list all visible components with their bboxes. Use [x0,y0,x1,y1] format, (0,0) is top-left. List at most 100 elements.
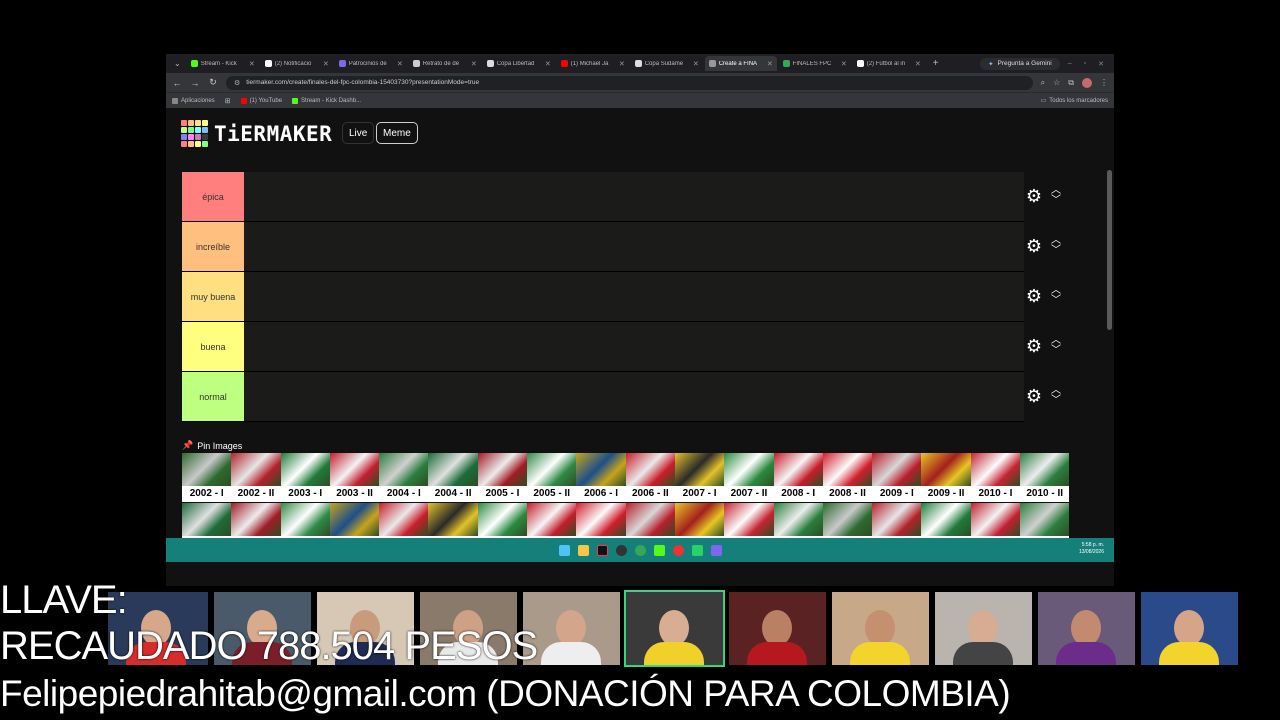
person-face [968,610,998,646]
tier-image-item[interactable]: 2002 - I [182,453,232,502]
nav-meme[interactable]: Meme [376,122,418,144]
tiermaker-logo[interactable]: TiERMAKER [181,120,332,147]
tier-image-item[interactable]: 2008 - I [773,453,823,502]
tab-close-icon[interactable]: ✕ [249,60,255,68]
browser-tab[interactable]: Copa Sudame ✕ [631,56,703,71]
tier-image-item[interactable]: 2006 - I [576,453,626,502]
kick-app-icon[interactable] [653,544,665,556]
red-app-icon[interactable] [672,544,684,556]
profile-avatar[interactable] [1082,77,1092,88]
tab-close-icon[interactable]: ✕ [767,60,773,68]
site-info-icon[interactable]: ⚙ [234,79,240,87]
bookmarks-bar: Aplicaciones ⊞ (1) YouTube Stream - Kick… [166,92,1114,108]
bookmark-star-icon[interactable]: ☆ [1053,78,1060,87]
chevron-down-icon[interactable]: ﹀ [1051,196,1061,206]
file-explorer-icon[interactable] [577,544,589,556]
back-icon[interactable]: ← [172,78,182,88]
tier-image-item[interactable]: 2003 - I [280,453,330,502]
tab-close-icon[interactable]: ✕ [619,60,625,68]
tab-list-icon[interactable]: ⌄ [170,59,185,68]
chevron-down-icon[interactable]: ﹀ [1051,296,1061,306]
tier-label[interactable]: increíble [182,222,244,271]
tier-image-item[interactable]: 2005 - II [527,453,577,502]
chrome-icon[interactable] [634,544,646,556]
tab-close-icon[interactable]: ✕ [841,60,847,68]
gear-icon[interactable]: ⚙ [1025,237,1043,255]
gear-icon[interactable]: ⚙ [1025,287,1043,305]
tab-close-icon[interactable]: ✕ [323,60,329,68]
tab-favicon-icon [634,60,642,67]
tab-close-icon[interactable]: ✕ [397,60,403,68]
tier-image-item[interactable]: 2009 - II [921,453,971,502]
browser-tab[interactable]: Retrato de de ✕ [409,56,481,71]
tier-drop-zone[interactable] [244,272,1024,321]
tab-strip: ⌄ Stream - Kick ✕ (2) Notificacio ✕ Patrocin… [166,54,1114,73]
browser-tab[interactable]: Stream - Kick ✕ [187,56,259,71]
tier-image-item[interactable]: 2003 - II [329,453,380,502]
bookmark-youtube[interactable]: (1) YouTube [240,97,282,104]
tab-close-icon[interactable]: ✕ [693,60,699,68]
gear-icon[interactable]: ⚙ [1025,387,1043,405]
browser-tab[interactable]: (1) Michael Ja ✕ [557,56,629,71]
close-window-icon[interactable]: ✕ [1098,60,1104,68]
tier-label[interactable]: buena [182,322,244,371]
tier-label[interactable]: muy buena [182,272,244,321]
gear-icon[interactable]: ⚙ [1025,187,1043,205]
tab-close-icon[interactable]: ✕ [545,60,551,68]
maximize-icon[interactable]: ▫ [1084,60,1086,68]
reload-icon[interactable]: ↻ [208,77,218,88]
windows-start-icon[interactable] [558,544,570,556]
chevron-down-icon[interactable]: ﹀ [1051,346,1061,356]
discord-icon[interactable] [710,544,722,556]
tier-drop-zone[interactable] [244,172,1024,221]
browser-tab[interactable]: (2) Fútbol al in ✕ [853,56,925,71]
browser-tab[interactable]: (2) Notificacio ✕ [261,56,333,71]
zoom-icon[interactable]: ⌕ [1041,78,1045,88]
tier-image-item[interactable]: 2004 - I [379,453,429,502]
logo-square [202,120,208,126]
tier-image-item[interactable]: 2009 - I [872,453,922,502]
tier-image-item[interactable]: 2007 - I [674,453,725,502]
tier-label[interactable]: normal [182,372,244,421]
gemini-button[interactable]: ✦ Pregunta a Gemini [980,57,1060,70]
tiktok-icon[interactable] [596,544,608,556]
forward-icon[interactable]: → [190,78,200,88]
browser-tab[interactable]: Create a FINA ✕ [704,56,777,71]
nav-live[interactable]: Live [342,122,375,144]
grid-icon[interactable]: ⊞ [225,97,231,105]
chevron-down-icon[interactable]: ﹀ [1051,396,1061,406]
new-tab-button[interactable]: + [927,58,945,69]
tier-image-item[interactable]: 2006 - II [625,453,675,502]
gear-icon[interactable]: ⚙ [1025,337,1043,355]
team-photo [724,503,774,536]
whatsapp-icon[interactable] [691,544,703,556]
tier-drop-zone[interactable] [244,222,1024,271]
tier-image-item[interactable]: 2004 - II [428,453,478,502]
tier-image-item[interactable]: 2007 - II [724,453,774,502]
pin-images-toggle[interactable]: 📌 Pin Images [182,440,242,451]
bookmark-kick[interactable]: Stream - Kick Dashb... [292,97,361,104]
tab-close-icon[interactable]: ✕ [471,60,477,68]
tier-image-item[interactable]: 2005 - I [477,453,528,502]
all-bookmarks[interactable]: ▭ Todos los marcadores [1041,97,1108,105]
browser-tab[interactable]: Patrocinios de ✕ [335,56,407,71]
browser-tab[interactable]: Copa Libertad ✕ [483,56,555,71]
page-scrollbar[interactable] [1107,170,1112,330]
tab-close-icon[interactable]: ✕ [915,60,921,68]
menu-icon[interactable]: ⋮ [1100,78,1108,87]
bookmark-apps[interactable]: Aplicaciones [172,97,215,104]
tier-image-item[interactable]: 2010 - II [1020,453,1070,502]
tier-image-item[interactable]: 2002 - II [231,453,281,502]
minimize-icon[interactable]: – [1068,60,1072,68]
obs-icon[interactable] [615,544,627,556]
chevron-down-icon[interactable]: ﹀ [1051,246,1061,256]
tier-image-item[interactable]: 2008 - II [822,453,873,502]
tier-drop-zone[interactable] [244,322,1024,371]
taskbar-clock[interactable]: 5:58 p. m. 13/08/2026 [1079,542,1104,556]
address-bar[interactable]: ⚙ tiermaker.com/create/finales-del-fpc-c… [226,75,1033,90]
browser-tab[interactable]: FINALES FPC ✕ [779,56,851,71]
tier-image-item[interactable]: 2010 - I [970,453,1021,502]
tier-label[interactable]: épica [182,172,244,221]
extensions-icon[interactable]: ⧉ [1068,78,1074,88]
tier-drop-zone[interactable] [244,372,1024,421]
